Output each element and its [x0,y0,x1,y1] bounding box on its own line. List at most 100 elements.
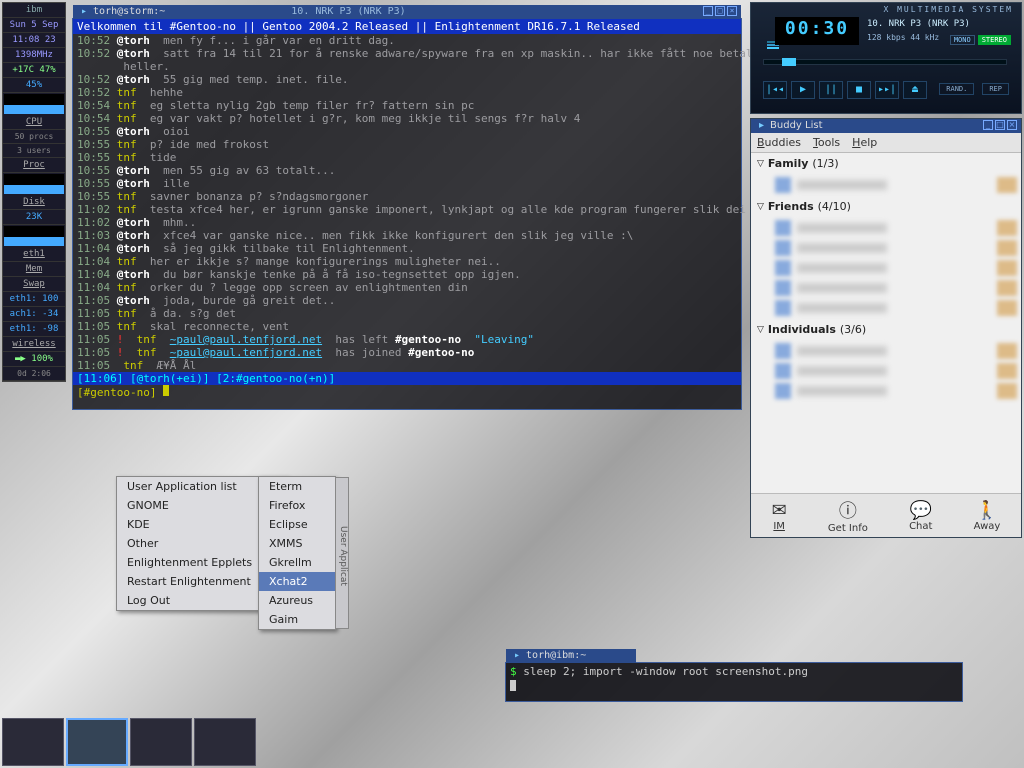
seek-slider[interactable] [763,59,1007,65]
irc-terminal[interactable]: ▸ torh@storm:~ 10. NRK P3 (NRK P3) _ □ ×… [72,18,742,410]
irc-line: 10:54 tnf eg sletta nylig 2gb temp filer… [73,99,741,112]
window-menu-icon[interactable]: ▸ [759,120,764,132]
menu-item[interactable]: Gkrellm [259,553,335,572]
prev-button[interactable]: |◂◂ [763,81,787,99]
buddy-status-icon [775,260,791,276]
buddy-service-icon [997,260,1017,276]
terminal-title: torh@ibm:~ [526,650,586,662]
shuffle-button[interactable]: RAND. [939,83,974,95]
shell-terminal[interactable]: ▸ torh@ibm:~ $ sleep 2; import -window r… [505,662,963,702]
next-button[interactable]: ▸▸| [875,81,899,99]
window-titlebar[interactable]: ▸ Buddy List _ □ × [751,119,1021,133]
bitrate: 128 kbps 44 kHz [867,33,939,42]
desktop-submenu[interactable]: EtermFirefoxEclipseXMMSGkrellmXchat2Azur… [258,476,336,630]
irc-system-line: 11:05 ! tnf ~paul@paul.tenfjord.net has … [73,333,741,346]
away-button[interactable]: 🚶Away [974,500,1001,532]
terminal-title: torh@storm:~ [93,6,165,18]
menu-item[interactable]: Eclipse [259,515,335,534]
info-button[interactable]: ⓘGet Info [828,497,868,534]
buddy-contact[interactable] [775,239,1017,257]
channel-topic: Velkommen til #Gentoo-no || Gentoo 2004.… [73,19,741,34]
terminal-titlebar[interactable]: ▸ torh@ibm:~ [506,649,636,663]
buddy-group-header[interactable]: ▽ Family (1/3) [751,153,1021,174]
buddy-name [797,243,887,253]
date: Sun 5 Sep [3,18,65,33]
maximize-icon[interactable]: □ [995,120,1005,130]
workspace-thumb[interactable] [194,718,256,766]
chat-button[interactable]: 💬Chat [909,500,932,532]
minimize-icon[interactable]: _ [703,6,713,16]
menu-buddies[interactable]: Buddies [757,136,801,149]
shell-line: $ sleep 2; import -window root screensho… [506,663,962,680]
buddy-name [797,366,887,376]
buddy-contact[interactable] [775,279,1017,297]
menu-item[interactable]: Azureus [259,591,335,610]
repeat-button[interactable]: REP [982,83,1009,95]
menu-item[interactable]: XMMS [259,534,335,553]
buddy-list-window[interactable]: ▸ Buddy List _ □ × Buddies Tools Help ▽ … [750,118,1022,538]
menu-item[interactable]: Eterm [259,477,335,496]
window-menu-icon[interactable]: ▸ [81,6,87,18]
eject-button[interactable]: ⏏ [903,81,927,99]
xmms-brand: X MULTIMEDIA SYSTEM [883,5,1013,14]
workspace-pager[interactable] [2,718,256,766]
time: 11:08 23 [3,33,65,48]
irc-line: 10:55 tnf p? ide med frokost [73,138,741,151]
buddy-contact[interactable] [775,219,1017,237]
audio-mode: MONO STEREO [950,35,1011,45]
buddy-service-icon [997,240,1017,256]
maximize-icon[interactable]: □ [715,6,725,16]
window-menu-icon[interactable]: ▸ [514,650,520,662]
buddy-toolbar: ✉IM ⓘGet Info 💬Chat 🚶Away [751,493,1021,537]
pause-button[interactable]: || [819,81,843,99]
buddy-status-icon [775,363,791,379]
buddy-contact[interactable] [775,382,1017,400]
cpu-graph [4,94,64,114]
minimize-icon[interactable]: _ [983,120,993,130]
menu-item[interactable]: Xchat2 [259,572,335,591]
irc-line: 10:55 @torh ille [73,177,741,190]
buddy-contact[interactable] [775,299,1017,317]
proc-label: Proc [3,158,65,173]
shell-prompt: $ [510,665,523,678]
workspace-thumb[interactable] [66,718,128,766]
buddy-service-icon [997,177,1017,193]
workspace-thumb[interactable] [2,718,64,766]
irc-line: 11:05 tnf Æ¥Å Ål [73,359,741,372]
xmms-player[interactable]: X MULTIMEDIA SYSTEM 00:30 10. NRK P3 (NR… [750,2,1022,114]
irc-input[interactable]: [#gentoo-no] [73,385,741,399]
buddy-contact[interactable] [775,176,1017,194]
irc-line: 11:02 tnf testa xfce4 her, er igrunn gan… [73,203,741,216]
irc-line: 11:03 @torh xfce4 var ganske nice.. men … [73,229,741,242]
menu-tools[interactable]: Tools [813,136,840,149]
playback-controls: |◂◂▶||■▸▸|⏏ [763,81,927,99]
irc-line: 10:55 @torh men 55 gig av 63 totalt... [73,164,741,177]
menu-help[interactable]: Help [852,136,877,149]
irc-line: heller. [73,60,741,73]
menu-item[interactable]: Gaim [259,610,335,629]
buddy-contact[interactable] [775,342,1017,360]
temp: +17C 47% [3,63,65,78]
irc-line: 11:05 @torh joda, burde gå greit det.. [73,294,741,307]
buddy-name [797,180,887,190]
buddy-group-header[interactable]: ▽ Friends (4/10) [751,196,1021,217]
play-button[interactable]: ▶ [791,81,815,99]
menu-item[interactable]: Firefox [259,496,335,515]
im-button[interactable]: ✉IM [772,500,787,532]
close-icon[interactable]: × [727,6,737,16]
menubar: Buddies Tools Help [751,133,1021,153]
irc-line: 11:05 tnf å da. s?g det [73,307,741,320]
workspace-thumb[interactable] [130,718,192,766]
stereo-indicator: STEREO [978,35,1011,45]
stop-button[interactable]: ■ [847,81,871,99]
close-icon[interactable]: × [1007,120,1017,130]
buddy-contact[interactable] [775,259,1017,277]
chevron-down-icon: ▽ [757,159,764,169]
buddy-contact[interactable] [775,362,1017,380]
eth1-stat: eth1: 100 [3,292,65,307]
buddy-name [797,263,887,273]
buddy-group-header[interactable]: ▽ Individuals (3/6) [751,319,1021,340]
irc-line: 10:54 tnf eg var vakt p? hotellet i g?r,… [73,112,741,125]
terminal-titlebar[interactable]: ▸ torh@storm:~ 10. NRK P3 (NRK P3) _ □ × [73,5,741,19]
seek-thumb[interactable] [782,58,796,66]
